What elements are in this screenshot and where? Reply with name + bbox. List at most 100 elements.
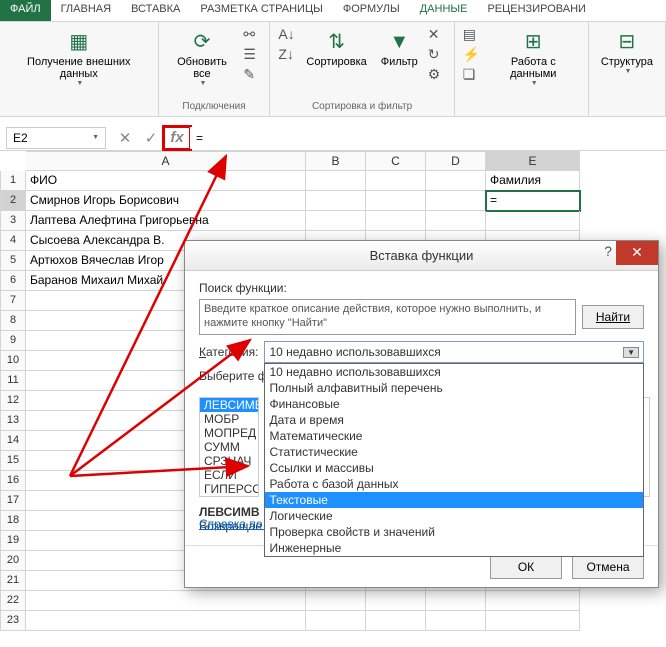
- outline-button[interactable]: ⊟ Структура▼: [597, 26, 657, 78]
- ok-button[interactable]: ОК: [490, 555, 562, 579]
- cancel-formula-icon[interactable]: ✕: [112, 127, 138, 149]
- cell-A2[interactable]: Смирнов Игорь Борисович: [26, 191, 306, 211]
- row-header[interactable]: 5: [0, 251, 26, 271]
- function-listbox[interactable]: ЛЕВСИМВМОБРМОПРЕДСУММСРЗНАЧЕСЛИГИПЕРССЫ: [199, 397, 259, 497]
- sort-button[interactable]: ⇅ Сортировка: [302, 26, 370, 70]
- edit-links-icon[interactable]: ✎: [243, 66, 261, 82]
- cell-E1[interactable]: Фамилия: [486, 171, 580, 191]
- category-option[interactable]: Полный алфавитный перечень: [265, 380, 643, 396]
- row-header[interactable]: 13: [0, 411, 26, 431]
- row-header[interactable]: 14: [0, 431, 26, 451]
- tab-data[interactable]: ДАННЫЕ: [410, 0, 478, 21]
- category-option[interactable]: Проверка свойств и значений: [265, 524, 643, 540]
- sort-asc-icon[interactable]: A↓: [278, 26, 296, 42]
- formula-input[interactable]: [190, 127, 666, 149]
- connections-icon[interactable]: ⚯: [243, 26, 261, 42]
- cell-B2[interactable]: [306, 191, 366, 211]
- row-header[interactable]: 19: [0, 531, 26, 551]
- function-item[interactable]: МОБР: [200, 412, 258, 426]
- row-header[interactable]: 15: [0, 451, 26, 471]
- dialog-title-bar[interactable]: Вставка функции ? ✕: [185, 241, 658, 271]
- cell-E2[interactable]: =: [486, 191, 580, 211]
- cell-B23[interactable]: [306, 611, 366, 631]
- name-box[interactable]: E2 ▼: [6, 127, 106, 149]
- row-header[interactable]: 9: [0, 331, 26, 351]
- col-header-A[interactable]: A: [26, 151, 306, 171]
- row-header[interactable]: 7: [0, 291, 26, 311]
- help-icon[interactable]: ?: [604, 243, 612, 259]
- reapply-icon[interactable]: ↻: [428, 46, 446, 62]
- tab-layout[interactable]: РАЗМЕТКА СТРАНИЦЫ: [190, 0, 332, 21]
- cell-A1[interactable]: ФИО: [26, 171, 306, 191]
- remove-duplicates-icon[interactable]: ❏: [463, 66, 481, 82]
- row-header[interactable]: 12: [0, 391, 26, 411]
- row-header[interactable]: 17: [0, 491, 26, 511]
- row-header[interactable]: 8: [0, 311, 26, 331]
- row-header[interactable]: 11: [0, 371, 26, 391]
- cell-D1[interactable]: [426, 171, 486, 191]
- category-option[interactable]: Математические: [265, 428, 643, 444]
- cell-A3[interactable]: Лаптева Алефтина Григорьевна: [26, 211, 306, 231]
- close-icon[interactable]: ✕: [616, 241, 658, 265]
- text-to-columns-icon[interactable]: ▤: [463, 26, 481, 42]
- properties-icon[interactable]: ☰: [243, 46, 261, 62]
- category-option[interactable]: Работа с базой данных: [265, 476, 643, 492]
- cell-B22[interactable]: [306, 591, 366, 611]
- col-header-B[interactable]: B: [306, 151, 366, 171]
- cell-D2[interactable]: [426, 191, 486, 211]
- function-item[interactable]: СУММ: [200, 440, 258, 454]
- data-tools-button[interactable]: ⊞ Работа с данными▼: [487, 26, 580, 90]
- cell-C22[interactable]: [366, 591, 426, 611]
- function-item[interactable]: СРЗНАЧ: [200, 454, 258, 468]
- row-header[interactable]: 22: [0, 591, 26, 611]
- row-header[interactable]: 20: [0, 551, 26, 571]
- cell-C1[interactable]: [366, 171, 426, 191]
- cell-E23[interactable]: [486, 611, 580, 631]
- category-option[interactable]: 10 недавно использовавшихся: [265, 364, 643, 380]
- function-item[interactable]: ГИПЕРССЫ: [200, 482, 258, 496]
- category-option[interactable]: Инженерные: [265, 540, 643, 556]
- row-header[interactable]: 4: [0, 231, 26, 251]
- row-header[interactable]: 2: [0, 191, 26, 211]
- accept-formula-icon[interactable]: ✓: [138, 127, 164, 149]
- row-header[interactable]: 3: [0, 211, 26, 231]
- category-option[interactable]: Финансовые: [265, 396, 643, 412]
- sort-desc-icon[interactable]: Z↓: [278, 46, 296, 62]
- cell-E3[interactable]: [486, 211, 580, 231]
- get-external-data-button[interactable]: ▦ Получение внешних данных▼: [8, 26, 150, 90]
- cell-C2[interactable]: [366, 191, 426, 211]
- category-option[interactable]: Статистические: [265, 444, 643, 460]
- cell-B3[interactable]: [306, 211, 366, 231]
- fx-button[interactable]: fx: [164, 127, 190, 149]
- search-function-input[interactable]: Введите краткое описание действия, котор…: [199, 299, 576, 335]
- category-option[interactable]: Ссылки и массивы: [265, 460, 643, 476]
- category-option[interactable]: Дата и время: [265, 412, 643, 428]
- category-option[interactable]: Логические: [265, 508, 643, 524]
- row-header[interactable]: 6: [0, 271, 26, 291]
- cancel-button[interactable]: Отмена: [572, 555, 644, 579]
- row-header[interactable]: 18: [0, 511, 26, 531]
- row-header[interactable]: 10: [0, 351, 26, 371]
- category-select[interactable]: 10 недавно использовавшихся ▼: [264, 341, 644, 363]
- cell-A22[interactable]: [26, 591, 306, 611]
- cell-D23[interactable]: [426, 611, 486, 631]
- cell-C3[interactable]: [366, 211, 426, 231]
- row-header[interactable]: 1: [0, 171, 26, 191]
- advanced-icon[interactable]: ⚙: [428, 66, 446, 82]
- tab-insert[interactable]: ВСТАВКА: [121, 0, 190, 21]
- row-header[interactable]: 21: [0, 571, 26, 591]
- find-button[interactable]: Найти: [582, 305, 644, 329]
- row-header[interactable]: 16: [0, 471, 26, 491]
- flash-fill-icon[interactable]: ⚡: [463, 46, 481, 62]
- tab-file[interactable]: ФАЙЛ: [0, 0, 51, 21]
- function-item[interactable]: МОПРЕД: [200, 426, 258, 440]
- category-option[interactable]: Текстовые: [265, 492, 643, 508]
- cell-C23[interactable]: [366, 611, 426, 631]
- function-item[interactable]: ЛЕВСИМВ: [200, 398, 258, 412]
- cell-D3[interactable]: [426, 211, 486, 231]
- cell-B1[interactable]: [306, 171, 366, 191]
- function-item[interactable]: ЕСЛИ: [200, 468, 258, 482]
- col-header-D[interactable]: D: [426, 151, 486, 171]
- col-header-E[interactable]: E: [486, 151, 580, 171]
- filter-button[interactable]: ▼ Фильтр: [377, 26, 422, 70]
